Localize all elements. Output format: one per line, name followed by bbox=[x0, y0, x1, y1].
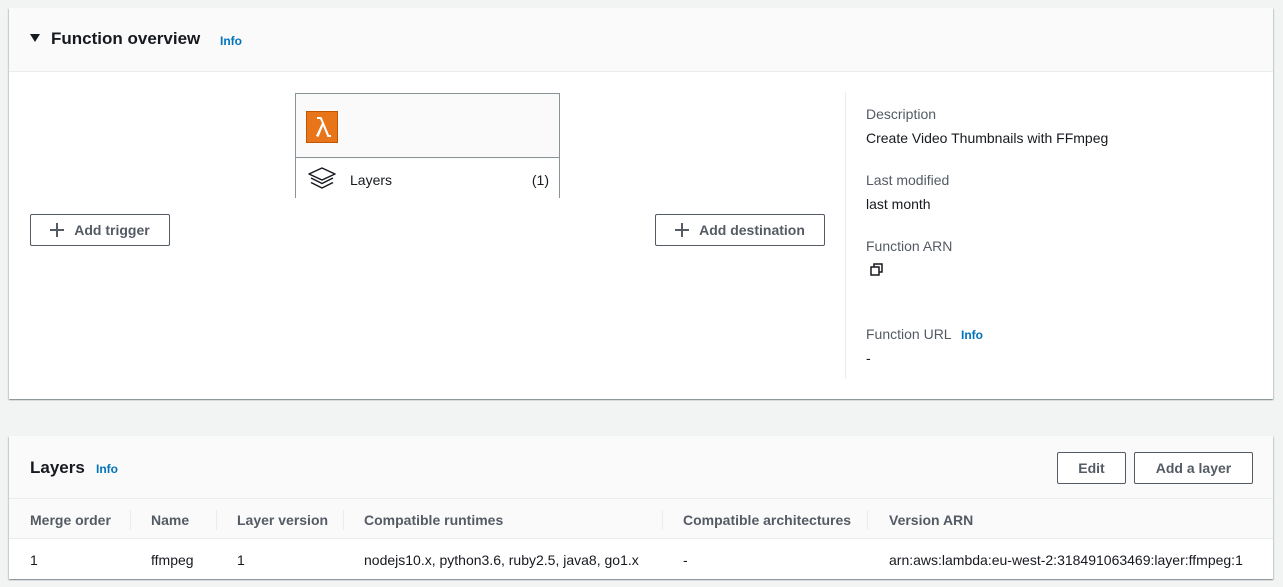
layers-table-header: Merge order Name Layer version Compatibl… bbox=[9, 499, 1273, 539]
function-url-value: - bbox=[866, 350, 871, 366]
cell-version-arn: arn:aws:lambda:eu-west-2:318491063469:la… bbox=[889, 552, 1243, 568]
layers-panel: Layers Info Edit Add a layer Merge order… bbox=[9, 436, 1273, 579]
function-node-layers[interactable]: Layers (1) bbox=[296, 159, 559, 198]
description-value: Create Video Thumbnails with FFmpeg bbox=[866, 130, 1109, 146]
column-divider bbox=[867, 510, 868, 530]
function-node-layers-count: (1) bbox=[531, 172, 549, 188]
layers-title: Layers bbox=[30, 458, 85, 477]
function-url-label: Function URL bbox=[866, 326, 952, 342]
layers-header: Layers Info Edit Add a layer bbox=[9, 436, 1273, 499]
column-header-name[interactable]: Name bbox=[151, 512, 189, 528]
column-header-version-arn[interactable]: Version ARN bbox=[889, 512, 973, 528]
add-trigger-label: Add trigger bbox=[74, 222, 150, 238]
cell-name: ffmpeg bbox=[151, 552, 194, 568]
layers-icon bbox=[308, 167, 336, 189]
function-url-info-link[interactable]: Info bbox=[961, 328, 983, 342]
copy-icon[interactable] bbox=[870, 263, 884, 277]
column-divider bbox=[130, 510, 131, 530]
column-divider bbox=[216, 510, 217, 530]
add-trigger-button[interactable]: Add trigger bbox=[30, 214, 170, 246]
function-overview-info-link[interactable]: Info bbox=[220, 34, 242, 48]
plus-icon bbox=[50, 223, 65, 237]
column-header-layer-version[interactable]: Layer version bbox=[237, 512, 328, 528]
plus-icon bbox=[675, 223, 690, 237]
column-header-compatible-runtimes[interactable]: Compatible runtimes bbox=[364, 512, 503, 528]
column-header-compatible-architectures[interactable]: Compatible architectures bbox=[683, 512, 851, 528]
function-node-layers-label: Layers bbox=[350, 172, 393, 188]
overview-divider bbox=[845, 92, 846, 379]
caret-down-icon[interactable] bbox=[30, 34, 40, 42]
add-destination-button[interactable]: Add destination bbox=[655, 214, 825, 246]
last-modified-value: last month bbox=[866, 196, 931, 212]
function-overview-panel: Function overview Info Layers (1) Add tr… bbox=[9, 8, 1273, 399]
last-modified-label: Last modified bbox=[866, 172, 950, 188]
add-layer-button[interactable]: Add a layer bbox=[1134, 452, 1253, 484]
cell-compatible-architectures: - bbox=[683, 552, 688, 568]
lambda-icon bbox=[306, 111, 338, 143]
function-node[interactable]: Layers (1) bbox=[295, 93, 560, 198]
function-overview-title[interactable]: Function overview bbox=[51, 29, 200, 49]
table-row[interactable]: 1 ffmpeg 1 nodejs10.x, python3.6, ruby2.… bbox=[9, 540, 1273, 580]
column-divider bbox=[343, 510, 344, 530]
function-arn-label: Function ARN bbox=[866, 238, 953, 254]
add-destination-label: Add destination bbox=[699, 222, 805, 238]
function-overview-header: Function overview Info bbox=[9, 8, 1273, 72]
edit-button[interactable]: Edit bbox=[1057, 452, 1126, 484]
description-label: Description bbox=[866, 106, 937, 122]
cell-layer-version: 1 bbox=[237, 552, 245, 568]
cell-merge-order: 1 bbox=[30, 552, 38, 568]
column-divider bbox=[662, 510, 663, 530]
layers-info-link[interactable]: Info bbox=[96, 462, 118, 476]
function-node-header[interactable] bbox=[296, 94, 559, 158]
cell-compatible-runtimes: nodejs10.x, python3.6, ruby2.5, java8, g… bbox=[364, 552, 639, 568]
column-header-merge-order[interactable]: Merge order bbox=[30, 512, 111, 528]
